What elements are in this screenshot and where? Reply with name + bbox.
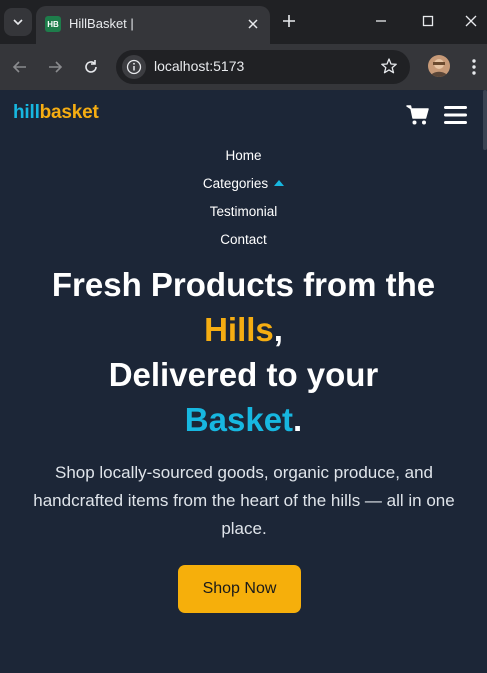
page-viewport: hillbasket Home Categories Testimonial C… bbox=[0, 90, 487, 673]
forward-arrow-icon[interactable] bbox=[45, 57, 65, 77]
chevron-down-icon bbox=[13, 19, 23, 26]
tab-title: HillBasket | bbox=[69, 16, 134, 31]
nav-label-home: Home bbox=[225, 148, 262, 163]
hero-subtitle: Shop locally-sourced goods, organic prod… bbox=[33, 463, 455, 538]
hero-line-2-punct: , bbox=[273, 311, 283, 348]
nav-link-contact[interactable]: Contact bbox=[0, 230, 487, 258]
profile-avatar[interactable] bbox=[428, 55, 450, 77]
hero-highlight-basket: Basket bbox=[184, 401, 294, 438]
maximize-icon[interactable] bbox=[420, 13, 436, 29]
minimize-icon[interactable] bbox=[373, 13, 389, 29]
logo-hill: hill bbox=[13, 102, 40, 123]
nav-link-home[interactable]: Home bbox=[0, 146, 487, 174]
nav-label-testimonial: Testimonial bbox=[209, 204, 278, 219]
favicon-icon: HB bbox=[45, 16, 61, 32]
hero-line-4-punct: . bbox=[293, 401, 303, 438]
hero-heading: Fresh Products from the Hills, Delivered… bbox=[0, 262, 487, 442]
scrollbar[interactable] bbox=[483, 90, 487, 150]
more-menu-icon[interactable] bbox=[466, 57, 482, 77]
new-tab-icon[interactable] bbox=[280, 12, 298, 30]
close-tab-icon[interactable] bbox=[246, 17, 260, 31]
hero-line-1: Fresh Products from the bbox=[51, 266, 436, 303]
caret-up-icon bbox=[274, 180, 285, 186]
site-info-icon[interactable] bbox=[122, 55, 146, 79]
nav-link-testimonial[interactable]: Testimonial bbox=[0, 202, 487, 230]
bookmark-star-icon[interactable] bbox=[380, 57, 398, 75]
url-text: localhost:5173 bbox=[154, 58, 245, 74]
back-arrow-icon[interactable] bbox=[10, 57, 30, 77]
hero-line-3: Delivered to your bbox=[108, 356, 379, 393]
hamburger-menu-icon[interactable] bbox=[444, 105, 467, 125]
tab-search-button[interactable] bbox=[4, 8, 32, 36]
address-bar[interactable]: localhost:5173 bbox=[116, 50, 410, 84]
nav-label-categories: Categories bbox=[202, 176, 269, 191]
logo-basket: basket bbox=[39, 102, 99, 123]
hero-highlight-hills: Hills bbox=[204, 311, 274, 348]
nav-label-contact: Contact bbox=[220, 232, 267, 247]
browser-tab[interactable]: HB HillBasket | bbox=[36, 6, 270, 44]
browser-toolbar: localhost:5173 bbox=[0, 44, 487, 90]
reload-icon[interactable] bbox=[81, 57, 101, 77]
cart-icon[interactable] bbox=[406, 104, 430, 126]
shop-now-button[interactable]: Shop Now bbox=[178, 565, 301, 613]
site-logo[interactable]: hillbasket bbox=[13, 102, 99, 124]
nav-link-categories[interactable]: Categories bbox=[0, 174, 487, 202]
browser-tab-bar: HB HillBasket | bbox=[0, 0, 487, 44]
mobile-nav-menu: Home Categories Testimonial Contact bbox=[0, 146, 487, 258]
close-window-icon[interactable] bbox=[463, 13, 479, 29]
